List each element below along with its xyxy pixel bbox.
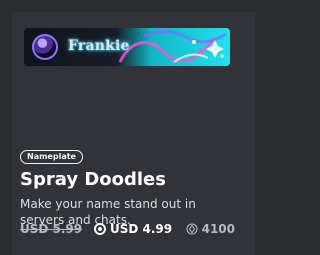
original-price: USD 5.99 bbox=[20, 222, 83, 236]
item-title: Spray Doodles bbox=[20, 169, 166, 190]
nameplate-preview: Frankie bbox=[24, 28, 230, 66]
item-details: Nameplate Spray Doodles Make your name s… bbox=[20, 144, 235, 228]
orbs-price-label: 4100 bbox=[201, 222, 235, 236]
orbs-price: 4100 bbox=[186, 222, 235, 236]
nitro-discount-icon bbox=[94, 223, 106, 235]
sale-price-label: USD 4.99 bbox=[110, 222, 173, 236]
pricing-row: USD 5.99 USD 4.99 4100 bbox=[20, 222, 235, 240]
preview-username: Frankie bbox=[68, 38, 130, 54]
orbs-icon bbox=[186, 223, 198, 235]
sale-price: USD 4.99 bbox=[94, 222, 172, 236]
item-type-badge: Nameplate bbox=[20, 150, 83, 164]
avatar bbox=[32, 34, 58, 60]
card-top-spacer bbox=[12, 0, 255, 12]
